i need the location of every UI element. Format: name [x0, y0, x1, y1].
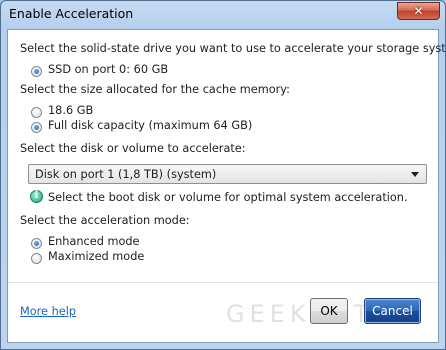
dialog-content: Select the solid-state drive you want to…	[7, 29, 446, 343]
radio-cache-full[interactable]	[31, 122, 42, 133]
window-title: Enable Acceleration	[9, 6, 134, 21]
cache-prompt: Select the size allocated for the cache …	[20, 83, 290, 96]
volume-select-value: Disk on port 1 (1,8 TB) (system)	[35, 168, 217, 181]
volume-select[interactable]: Disk on port 1 (1,8 TB) (system)	[28, 164, 427, 184]
volume-hint: Select the boot disk or volume for optim…	[48, 191, 408, 204]
radio-mode-maximized-label[interactable]: Maximized mode	[48, 250, 144, 263]
radio-mode-maximized[interactable]	[31, 253, 42, 264]
footer-divider	[8, 282, 438, 283]
radio-mode-enhanced[interactable]	[31, 238, 42, 249]
close-button[interactable]: ✕	[397, 2, 440, 20]
volume-prompt: Select the disk or volume to accelerate:	[20, 142, 246, 155]
radio-ssd-port0-label[interactable]: SSD on port 0: 60 GB	[48, 63, 168, 76]
chevron-down-icon[interactable]	[411, 172, 419, 177]
close-icon: ✕	[413, 4, 424, 18]
radio-cache-18gb-label[interactable]: 18.6 GB	[48, 104, 93, 117]
more-help-link[interactable]: More help	[20, 305, 76, 318]
mode-prompt: Select the acceleration mode:	[20, 214, 190, 227]
radio-cache-18gb[interactable]	[31, 107, 42, 118]
cancel-button[interactable]: Cancel	[364, 298, 421, 324]
radio-mode-enhanced-label[interactable]: Enhanced mode	[48, 235, 140, 248]
enable-acceleration-dialog: Enable Acceleration ✕ Select the solid-s…	[0, 0, 446, 350]
ok-button[interactable]: OK	[310, 298, 348, 324]
title-bar[interactable]: Enable Acceleration ✕	[1, 1, 445, 28]
radio-cache-full-label[interactable]: Full disk capacity (maximum 64 GB)	[48, 119, 252, 132]
ssd-prompt: Select the solid-state drive you want to…	[20, 42, 446, 55]
info-icon	[30, 190, 43, 203]
radio-ssd-port0[interactable]	[31, 66, 42, 77]
